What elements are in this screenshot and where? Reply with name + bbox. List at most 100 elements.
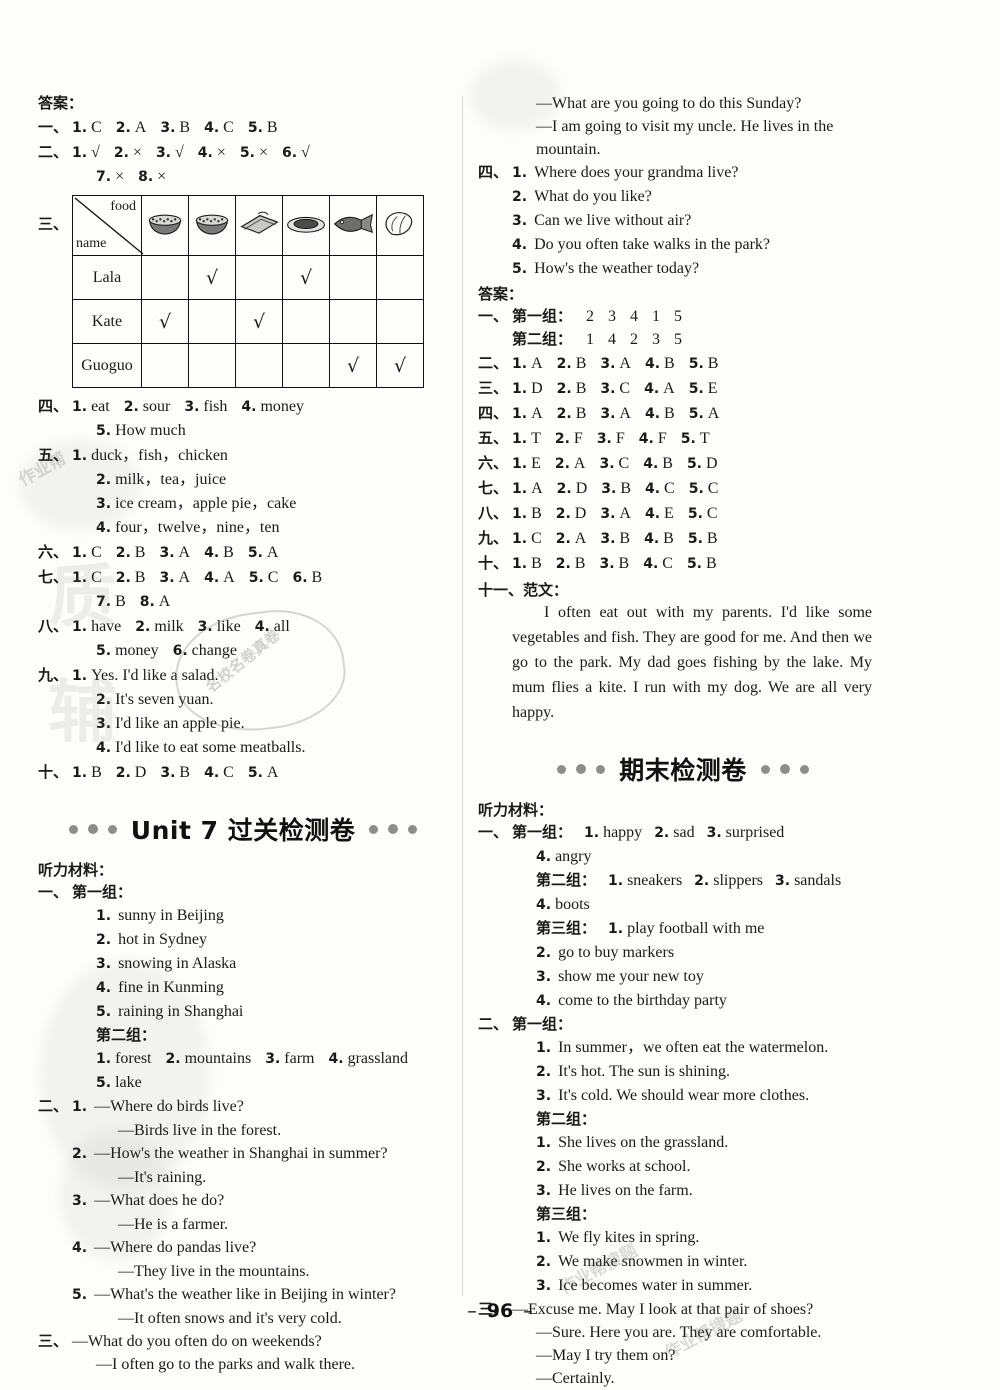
text-row: —They live in the mountains.: [38, 1260, 448, 1283]
text-row: 3. He lives on the farm.: [478, 1179, 888, 1203]
item-text: She works at school.: [558, 1158, 691, 1175]
answer-item: 4. all: [254, 618, 290, 635]
answer-item: 4. boots: [536, 896, 590, 913]
group-answer-value: 1: [586, 331, 595, 348]
table-row: Kate √ √: [72, 299, 424, 344]
left-answer-key-rows: 一、 1. C 2. A 3. B 4. C 5. B 二、 1. √ 2. × 3. √ 4. × 5. × 6. √ 7. ×…: [38, 115, 448, 189]
answer-item: 3. A: [600, 505, 631, 522]
answer-item: 5. How much: [96, 422, 186, 439]
item-number: 1.: [512, 165, 528, 181]
answer-item: 1. happy: [584, 824, 643, 841]
group-label-row: 一、 第一组：: [38, 881, 448, 904]
answer-item: 2. F: [554, 430, 583, 447]
answer-item: 1. Yes. I'd like a salad.: [72, 667, 219, 684]
answer-key-row: 五、 1. T 2. F 3. F 4. F 5. T: [478, 426, 888, 451]
heading-dot-icon: [596, 764, 606, 774]
table-check-cell: [188, 299, 236, 344]
text-row: 2. go to buy markers: [478, 941, 888, 965]
table-check-cell: √: [188, 255, 236, 300]
item-number: 2.: [536, 1064, 552, 1080]
text-row: 4. Do you often take walks in the park?: [478, 233, 888, 257]
answer-item: 4. A: [204, 569, 235, 586]
answer-item: 6. B: [292, 569, 323, 586]
answer-item: 2. D: [115, 764, 147, 781]
answer-item: 2. B: [556, 405, 587, 422]
answer-item: 4. I'd like to eat some meatballs.: [96, 739, 306, 756]
answers-label-right: 答案：: [478, 285, 524, 303]
answer-item: 3. farm: [265, 1050, 315, 1067]
text-row: 3. Ice becomes water in summer.: [478, 1274, 888, 1298]
answer-item: 3. ice cream，apple pie，cake: [96, 495, 297, 512]
answer-item: 4. money: [241, 398, 305, 415]
text-row: 三、 —What do you often do on weekends?: [38, 1330, 448, 1353]
table-check-cell: [188, 343, 236, 388]
item-number: 3.: [512, 213, 528, 229]
listening-material-label-right: 听力材料：: [478, 801, 554, 819]
item-text: Ice becomes water in summer.: [558, 1277, 753, 1294]
text-row: 3. snowing in Alaska: [38, 952, 448, 976]
answer-key-row: 2. It's seven yuan.: [38, 688, 448, 712]
table-check-cell: [141, 255, 189, 300]
answer-item: 2. A: [554, 455, 586, 472]
item-number: 2.: [512, 189, 528, 205]
answer-item: 5. C: [688, 480, 719, 497]
answer-item: 7. ×: [96, 168, 125, 185]
group-header-row: 一、 第一组： 1. happy 2. sad 3. surprised: [478, 821, 888, 845]
answer-item: 3. like: [197, 618, 241, 635]
table-check-cell: √: [235, 299, 283, 344]
answer-item: 3. A: [600, 355, 631, 372]
answer-item: 4. B: [204, 544, 234, 561]
item-text: —It's raining.: [118, 1169, 207, 1186]
answer-item: 1. E: [512, 455, 541, 472]
group-label: 第二组：: [512, 330, 573, 348]
answer-key-row: 七、 1. A 2. D 3. B 4. C 5. C: [478, 476, 888, 501]
item-number: 4.: [536, 993, 552, 1009]
item-text: —Where do pandas live?: [94, 1239, 257, 1256]
heading-dot-icon: [107, 824, 117, 834]
item-text: —Where do birds live?: [94, 1098, 244, 1115]
section-marker: 八、: [478, 504, 509, 522]
answer-key-row: 十、 1. B 2. D 3. B 4. C 5. A: [38, 760, 448, 785]
answer-item: 5. lake: [96, 1074, 142, 1091]
answer-item: 1. B: [512, 555, 542, 572]
answer-item: 4. B: [644, 355, 675, 372]
fish-icon: [333, 213, 374, 233]
answer-item: 2. milk: [135, 618, 184, 635]
heading-dot-icon: [369, 824, 379, 834]
answer-item: 2. slippers: [694, 872, 764, 889]
table-check-cell: [235, 343, 283, 388]
section-marker: 十、: [478, 554, 509, 572]
text-row: 5. raining in Shanghai: [38, 1000, 448, 1024]
item-number: 3.: [536, 969, 552, 985]
table-corner-cell: food name: [72, 195, 144, 256]
answer-key-row: 二、 1. A 2. B 3. A 4. B 5. B: [478, 351, 888, 376]
item-number: 2.: [96, 932, 112, 948]
answer-key-row: 4. I'd like to eat some meatballs.: [38, 736, 448, 760]
answer-item: 3. C: [599, 455, 630, 472]
answer-item: 4. C: [204, 764, 234, 781]
section-marker: 五、: [38, 446, 69, 464]
section-marker: 三、: [478, 379, 509, 397]
table-check-cell: [235, 255, 283, 300]
answer-key-row: 二、 1. √ 2. × 3. √ 4. × 5. × 6. √: [38, 140, 448, 165]
table-check-cell: [141, 343, 189, 388]
answer-item: 3. sandals: [775, 872, 842, 889]
answer-item: 3. √: [155, 144, 184, 161]
item-number: 3.: [536, 1183, 552, 1199]
answer-item: 5. B: [687, 530, 718, 547]
plate-dish-icon: [287, 216, 325, 233]
group-label: 第一组：: [512, 823, 573, 841]
text-row: 3. Can we live without air?: [478, 209, 888, 233]
right-column: —What are you going to do this Sunday? —I…: [478, 92, 888, 1390]
answer-item: 1. C: [512, 530, 542, 547]
item-number: 1.: [536, 1135, 552, 1151]
answer-key-row: 六、 1. C 2. B 3. A 4. B 5. A: [38, 540, 448, 565]
essay-marker: 十一、范文：: [478, 581, 569, 599]
group-answer-value: 3: [652, 331, 661, 348]
item-number: 1.: [536, 1230, 552, 1246]
table-check-cell: [329, 255, 377, 300]
answer-item: 1. A: [512, 480, 543, 497]
item-text: —What do you often do on weekends?: [72, 1333, 322, 1350]
answer-key-row: 八、 1. B 2. D 3. A 4. E 5. C: [478, 501, 888, 526]
answer-item: 6. √: [281, 144, 310, 161]
